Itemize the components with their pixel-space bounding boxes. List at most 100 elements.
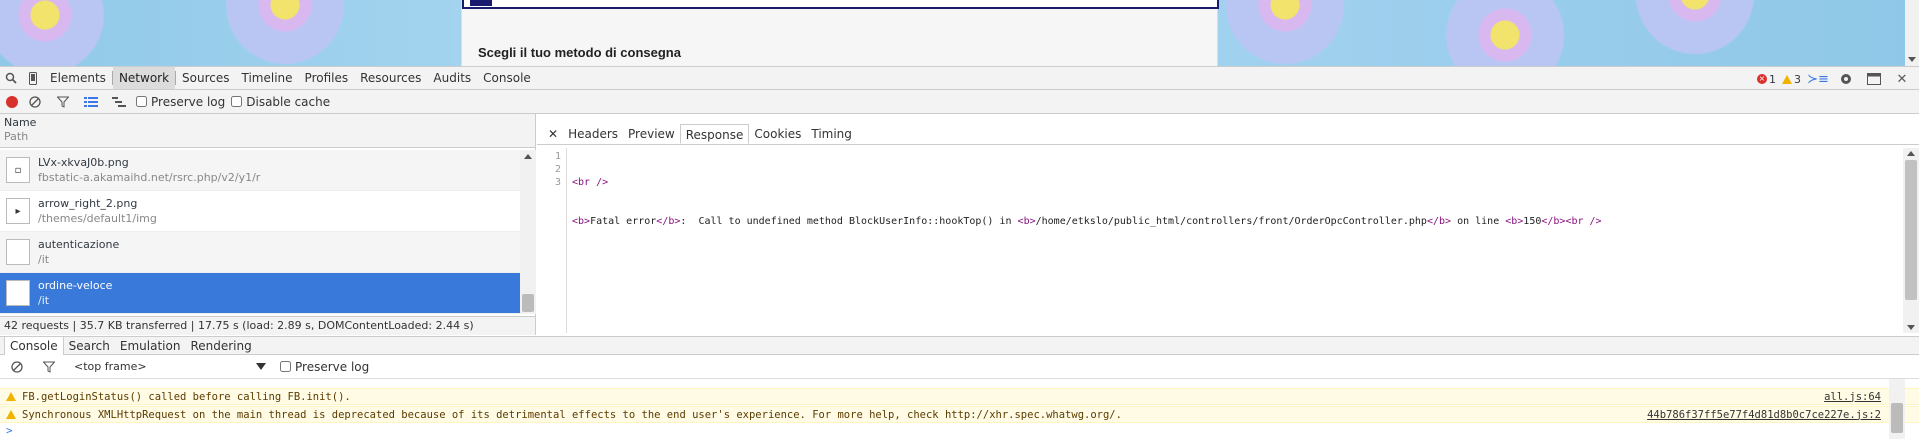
devtools-toolbar: Elements Network Sources Timeline Profil… <box>0 66 1919 90</box>
warning-icon <box>1782 74 1792 84</box>
error-counter[interactable]: × 1 <box>1757 73 1776 86</box>
drawer-tab-search[interactable]: Search <box>64 337 115 355</box>
inspect-icon[interactable] <box>0 67 22 89</box>
filter-icon[interactable] <box>52 91 74 113</box>
warning-counter[interactable]: 3 <box>1782 73 1801 86</box>
console-preserve-log-checkbox[interactable]: Preserve log <box>280 360 369 374</box>
tab-headers[interactable]: Headers <box>563 124 623 144</box>
toolbar-right-controls: × 1 3 ≻≡ ✕ <box>1757 67 1913 91</box>
br-tag: <br /> <box>1565 216 1602 227</box>
image-file-icon: ▫ <box>6 157 30 183</box>
response-scrollbar[interactable] <box>1903 148 1919 333</box>
request-row[interactable]: autenticazione/it <box>0 232 520 273</box>
console-scrollbar[interactable] <box>1889 379 1905 439</box>
flower-decoration-right-2 <box>1430 0 1580 66</box>
request-row[interactable]: ▸ arrow_right_2.png/themes/default1/img <box>0 191 520 232</box>
page-input-field[interactable] <box>462 0 1219 9</box>
dock-side-icon[interactable] <box>1863 68 1885 90</box>
tab-network[interactable]: Network <box>112 67 176 89</box>
request-name: LVx-xkvaJ0b.png <box>38 156 129 169</box>
code-line-1: <br /> <box>572 176 1602 189</box>
scrollbar-thumb[interactable] <box>522 294 534 312</box>
request-path: /themes/default1/img <box>38 212 157 225</box>
scrollbar-thumb[interactable] <box>1905 160 1917 300</box>
large-rows-icon[interactable] <box>80 91 102 113</box>
drawer-tab-rendering[interactable]: Rendering <box>185 337 256 355</box>
error-file-path: /home/etkslo/public_html/controllers/fro… <box>1035 216 1427 227</box>
b-close-tag: </b> <box>1426 216 1452 227</box>
error-message: : Call to undefined method BlockUserInfo… <box>680 216 1018 227</box>
response-code-view[interactable]: 1 2 3 <br /> <b>Fatal error</b>: Call to… <box>537 148 1903 333</box>
line-number: 3 <box>554 177 561 188</box>
fatal-error-text: Fatal error <box>590 216 657 227</box>
tab-preview[interactable]: Preview <box>623 124 680 144</box>
tab-response[interactable]: Response <box>679 124 750 144</box>
console-preserve-log-input[interactable] <box>280 361 291 372</box>
line-number: 1 <box>554 151 561 162</box>
scroll-up-icon[interactable] <box>1907 151 1915 156</box>
network-status-bar: 42 requests | 35.7 KB transferred | 17.7… <box>0 316 536 335</box>
request-name: arrow_right_2.png <box>38 197 138 210</box>
disable-cache-input[interactable] <box>231 96 243 107</box>
image-file-icon: ▸ <box>6 198 30 224</box>
console-prompt[interactable]: > <box>6 424 13 437</box>
scroll-down-icon[interactable] <box>1908 57 1916 62</box>
request-path: fbstatic-a.akamaihd.net/rsrc.php/v2/y1/r <box>38 171 261 184</box>
request-row-selected[interactable]: ordine-veloce/it <box>0 273 520 314</box>
tab-timing[interactable]: Timing <box>806 124 857 144</box>
scroll-up-icon[interactable] <box>524 154 532 159</box>
b-open-tag: <b> <box>572 216 591 227</box>
close-detail-icon[interactable]: ✕ <box>543 124 563 144</box>
console-warning-message: FB.getLoginStatus() called before callin… <box>0 388 1919 405</box>
record-button[interactable] <box>6 95 18 108</box>
filter-icon[interactable] <box>38 356 60 378</box>
response-lines: <br /> <b>Fatal error</b>: Call to undef… <box>572 150 1602 293</box>
scroll-down-icon[interactable] <box>1907 325 1915 330</box>
tab-profiles[interactable]: Profiles <box>299 67 355 89</box>
tab-sources[interactable]: Sources <box>176 67 235 89</box>
request-list-scrollbar[interactable] <box>520 150 536 314</box>
device-mode-icon[interactable] <box>22 67 44 89</box>
overview-icon[interactable] <box>108 91 130 113</box>
tab-resources[interactable]: Resources <box>354 67 427 89</box>
error-line-number: 150 <box>1523 216 1542 227</box>
preserve-log-checkbox[interactable]: Preserve log <box>136 95 225 109</box>
column-name[interactable]: Name <box>4 116 531 130</box>
scrollbar-thumb[interactable] <box>1891 403 1903 433</box>
drawer-tab-console[interactable]: Console <box>4 336 64 355</box>
clear-icon[interactable] <box>24 91 46 113</box>
tab-audits[interactable]: Audits <box>427 67 477 89</box>
line-number-gutter: 1 2 3 <box>537 148 567 333</box>
tab-timeline[interactable]: Timeline <box>236 67 299 89</box>
clear-console-icon[interactable] <box>6 356 28 378</box>
page-scrollbar[interactable] <box>1905 0 1919 66</box>
preserve-log-input[interactable] <box>136 96 147 107</box>
flower-decoration-left <box>210 0 360 66</box>
on-line-text: on line <box>1451 216 1506 227</box>
b-open-tag: <b> <box>1505 216 1524 227</box>
request-name: ordine-veloce <box>38 279 113 292</box>
b-close-tag: </b> <box>1541 216 1566 227</box>
close-icon[interactable]: ✕ <box>1891 68 1913 90</box>
message-source-link[interactable]: all.js:64 <box>1824 391 1881 403</box>
show-drawer-icon[interactable]: ≻≡ <box>1807 68 1829 90</box>
flower-decoration-right-1 <box>1210 0 1360 66</box>
column-path: Path <box>4 130 29 143</box>
frame-selector[interactable]: <top frame> <box>70 359 270 375</box>
b-close-tag: </b> <box>656 216 681 227</box>
console-toolbar: <top frame> Preserve log <box>0 355 1919 379</box>
request-row[interactable]: ▫ LVx-xkvaJ0b.png fbstatic-a.akamaihd.net… <box>0 150 520 191</box>
request-list-header[interactable]: Name Path <box>0 114 535 148</box>
message-source-link[interactable]: 44b786f37ff5e77f4d81d8b0c7ce227e.js:2 <box>1647 409 1881 421</box>
request-detail-panel: ✕ Headers Preview Response Cookies Timin… <box>537 114 1919 335</box>
tab-cookies[interactable]: Cookies <box>749 124 806 144</box>
drawer-tab-emulation[interactable]: Emulation <box>115 337 186 355</box>
document-icon <box>6 239 30 265</box>
gear-icon[interactable] <box>1835 68 1857 90</box>
error-icon: × <box>1757 74 1767 84</box>
tab-elements[interactable]: Elements <box>44 67 112 89</box>
disable-cache-checkbox[interactable]: Disable cache <box>231 95 330 109</box>
warning-count: 3 <box>1794 72 1801 86</box>
tab-console[interactable]: Console <box>477 67 537 89</box>
